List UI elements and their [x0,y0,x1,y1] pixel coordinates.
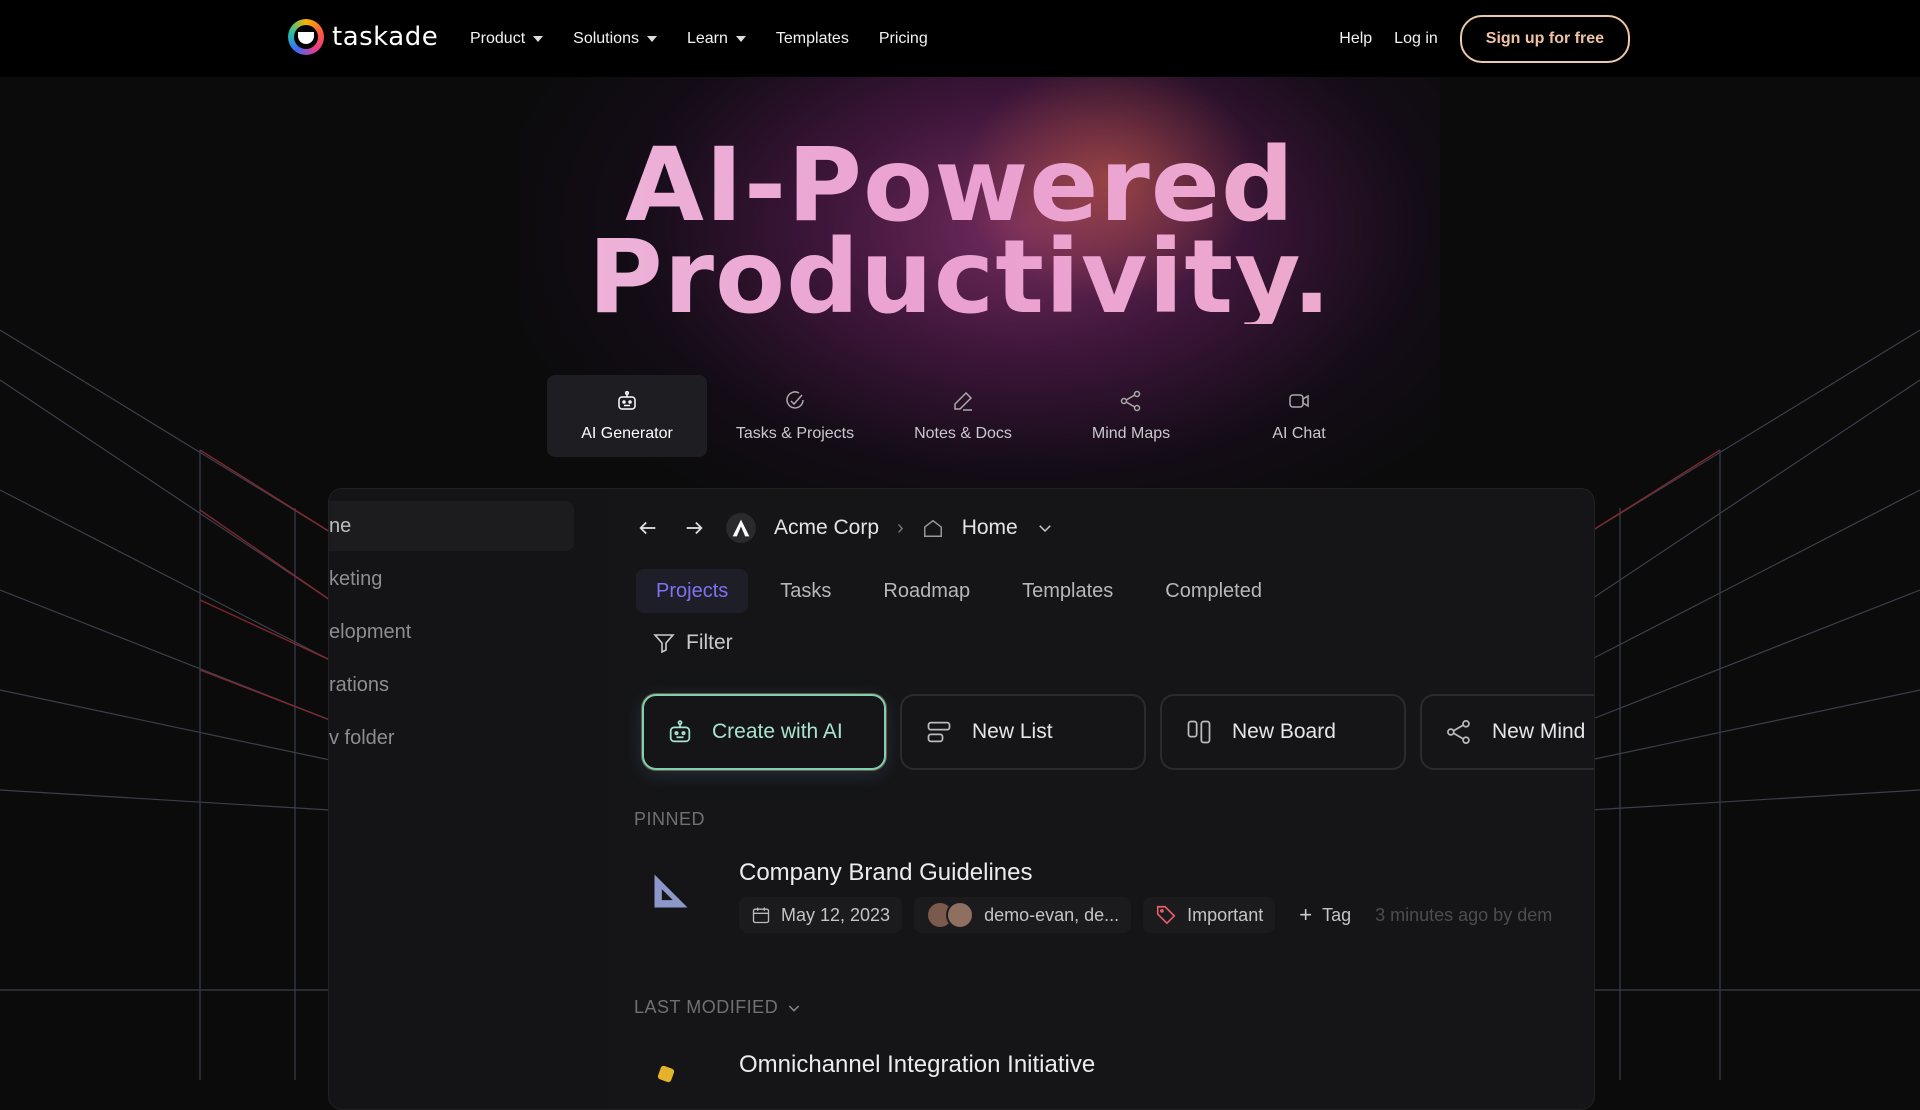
sidebar-item-marketing[interactable]: keting [329,554,574,604]
chevron-down-icon [735,35,746,42]
sidebar-item-new-folder[interactable]: v folder [329,713,574,763]
tab-label: AI Generator [581,425,673,442]
tag-label: Important [1187,904,1264,925]
share-nodes-icon [1120,390,1141,412]
new-list-button[interactable]: New List [900,694,1146,770]
tag-icon [1157,905,1176,925]
tab-notes-docs[interactable]: Notes & Docs [883,375,1043,457]
avatar [926,901,975,929]
app-sidebar: ne keting elopment rations v folder [329,489,609,1109]
hero-title-line2: Productivity. [0,227,1920,329]
tab-tasks[interactable]: Tasks [760,569,851,613]
share-nodes-icon [1447,720,1470,744]
tab-projects[interactable]: Projects [636,569,749,613]
tab-label: Notes & Docs [914,425,1012,442]
project-title[interactable]: Omnichannel Integration Initiative [739,1051,1095,1079]
last-modified-sort[interactable]: LAST MODIFIED [634,997,802,1018]
new-board-button[interactable]: New Board [1160,694,1406,770]
project-title[interactable]: Company Brand Guidelines [739,859,1033,887]
breadcrumb-folder[interactable]: Home [962,516,1018,540]
chevron-down-icon [533,35,544,42]
forward-arrow-icon[interactable] [680,514,708,542]
chevron-right-icon: › [897,516,904,539]
tag-chip-important[interactable]: Important [1143,897,1276,933]
nav-learn[interactable]: Learn [687,30,746,48]
nav-product[interactable]: Product [470,29,544,48]
sidebar-item-home[interactable]: ne [329,501,574,551]
breadcrumb-workspace[interactable]: Acme Corp [774,516,879,540]
new-board-label: New Board [1232,720,1336,743]
nav-learn-label: Learn [686,29,728,47]
new-mind-map-label: New Mind [1492,720,1586,743]
main-nav: Product Solutions Learn Templates Pricin… [470,0,958,77]
tab-completed[interactable]: Completed [1145,569,1282,613]
app-preview: ne keting elopment rations v folder Acme… [328,488,1595,1110]
video-icon [1289,394,1309,408]
project-emoji-icon [657,1065,675,1083]
new-list-label: New List [972,720,1053,743]
sidebar-item-development[interactable]: elopment [329,607,574,657]
top-navbar: taskade Product Solutions Learn Template… [0,0,1920,77]
nav-templates[interactable]: Templates [776,30,849,48]
pinned-label: PINNED [634,809,706,829]
check-circle-icon [786,391,804,409]
back-arrow-icon[interactable] [634,514,662,542]
hero-title: AI-Powered Productivity. [0,135,1920,329]
add-tag-label: Tag [1322,904,1352,925]
create-actions: Create with AI New List New Board New Mi… [642,694,1594,770]
calendar-icon [752,907,770,924]
due-date: May 12, 2023 [781,904,891,925]
add-tag-button[interactable]: + Tag [1287,897,1363,933]
nav-product-label: Product [470,29,526,47]
filter-icon [653,634,675,654]
nav-actions: Help Log in Sign up for free [1339,0,1630,77]
tab-mind-maps[interactable]: Mind Maps [1051,375,1211,457]
breadcrumb: Acme Corp › Home [634,503,1054,553]
filter-label: Filter [686,631,733,654]
members-chip[interactable]: demo-evan, de... [914,897,1132,933]
nav-pricing[interactable]: Pricing [879,30,928,48]
tab-label: Tasks & Projects [735,425,855,442]
tab-roadmap[interactable]: Roadmap [863,569,990,613]
project-tabs: Projects Tasks Roadmap Templates Complet… [636,569,1282,613]
robot-icon [669,720,691,743]
nav-solutions[interactable]: Solutions [573,30,657,48]
chevron-down-icon[interactable] [1036,519,1054,537]
brand-logo[interactable]: taskade [288,19,438,55]
members-names: demo-evan, de... [984,904,1120,925]
list-icon [927,721,951,743]
robot-icon [618,390,636,410]
signup-button[interactable]: Sign up for free [1459,14,1630,63]
project-meta: May 12, 2023 demo-evan, de... Important … [739,897,1552,933]
workspace-logo-icon [726,513,756,543]
updated-timestamp: 3 minutes ago by dem [1375,904,1553,925]
tab-tasks-projects[interactable]: Tasks & Projects [715,375,875,457]
nav-solutions-label: Solutions [573,29,639,47]
feature-tabs: AI Generator Tasks & Projects Notes & Do… [547,375,1379,457]
tab-ai-chat[interactable]: AI Chat [1219,375,1379,457]
app-main: Acme Corp › Home Projects Tasks Roadmap … [634,489,1594,1109]
tab-templates[interactable]: Templates [1002,569,1133,613]
chevron-down-icon [646,35,657,42]
create-with-ai-label: Create with AI [712,720,843,743]
help-link[interactable]: Help [1339,30,1372,48]
taskade-logo-icon [288,19,324,55]
tab-label: AI Chat [1272,425,1326,442]
login-link[interactable]: Log in [1394,30,1438,48]
plus-icon: + [1299,902,1313,927]
tab-ai-generator[interactable]: AI Generator [547,375,707,457]
sidebar-item-operations[interactable]: rations [329,660,574,710]
new-mind-map-button[interactable]: New Mind [1420,694,1594,770]
create-with-ai-button[interactable]: Create with AI [642,694,886,770]
filter-button[interactable]: Filter [652,631,733,655]
home-icon [923,519,942,537]
triangle-ruler-icon [654,874,688,908]
brand-name: taskade [332,22,439,52]
pencil-icon [954,391,973,411]
tab-label: Mind Maps [1091,425,1171,442]
chevron-down-icon [789,1004,800,1012]
board-icon [1187,720,1211,744]
last-modified-label: LAST MODIFIED [634,997,779,1017]
due-date-chip[interactable]: May 12, 2023 [739,897,903,933]
